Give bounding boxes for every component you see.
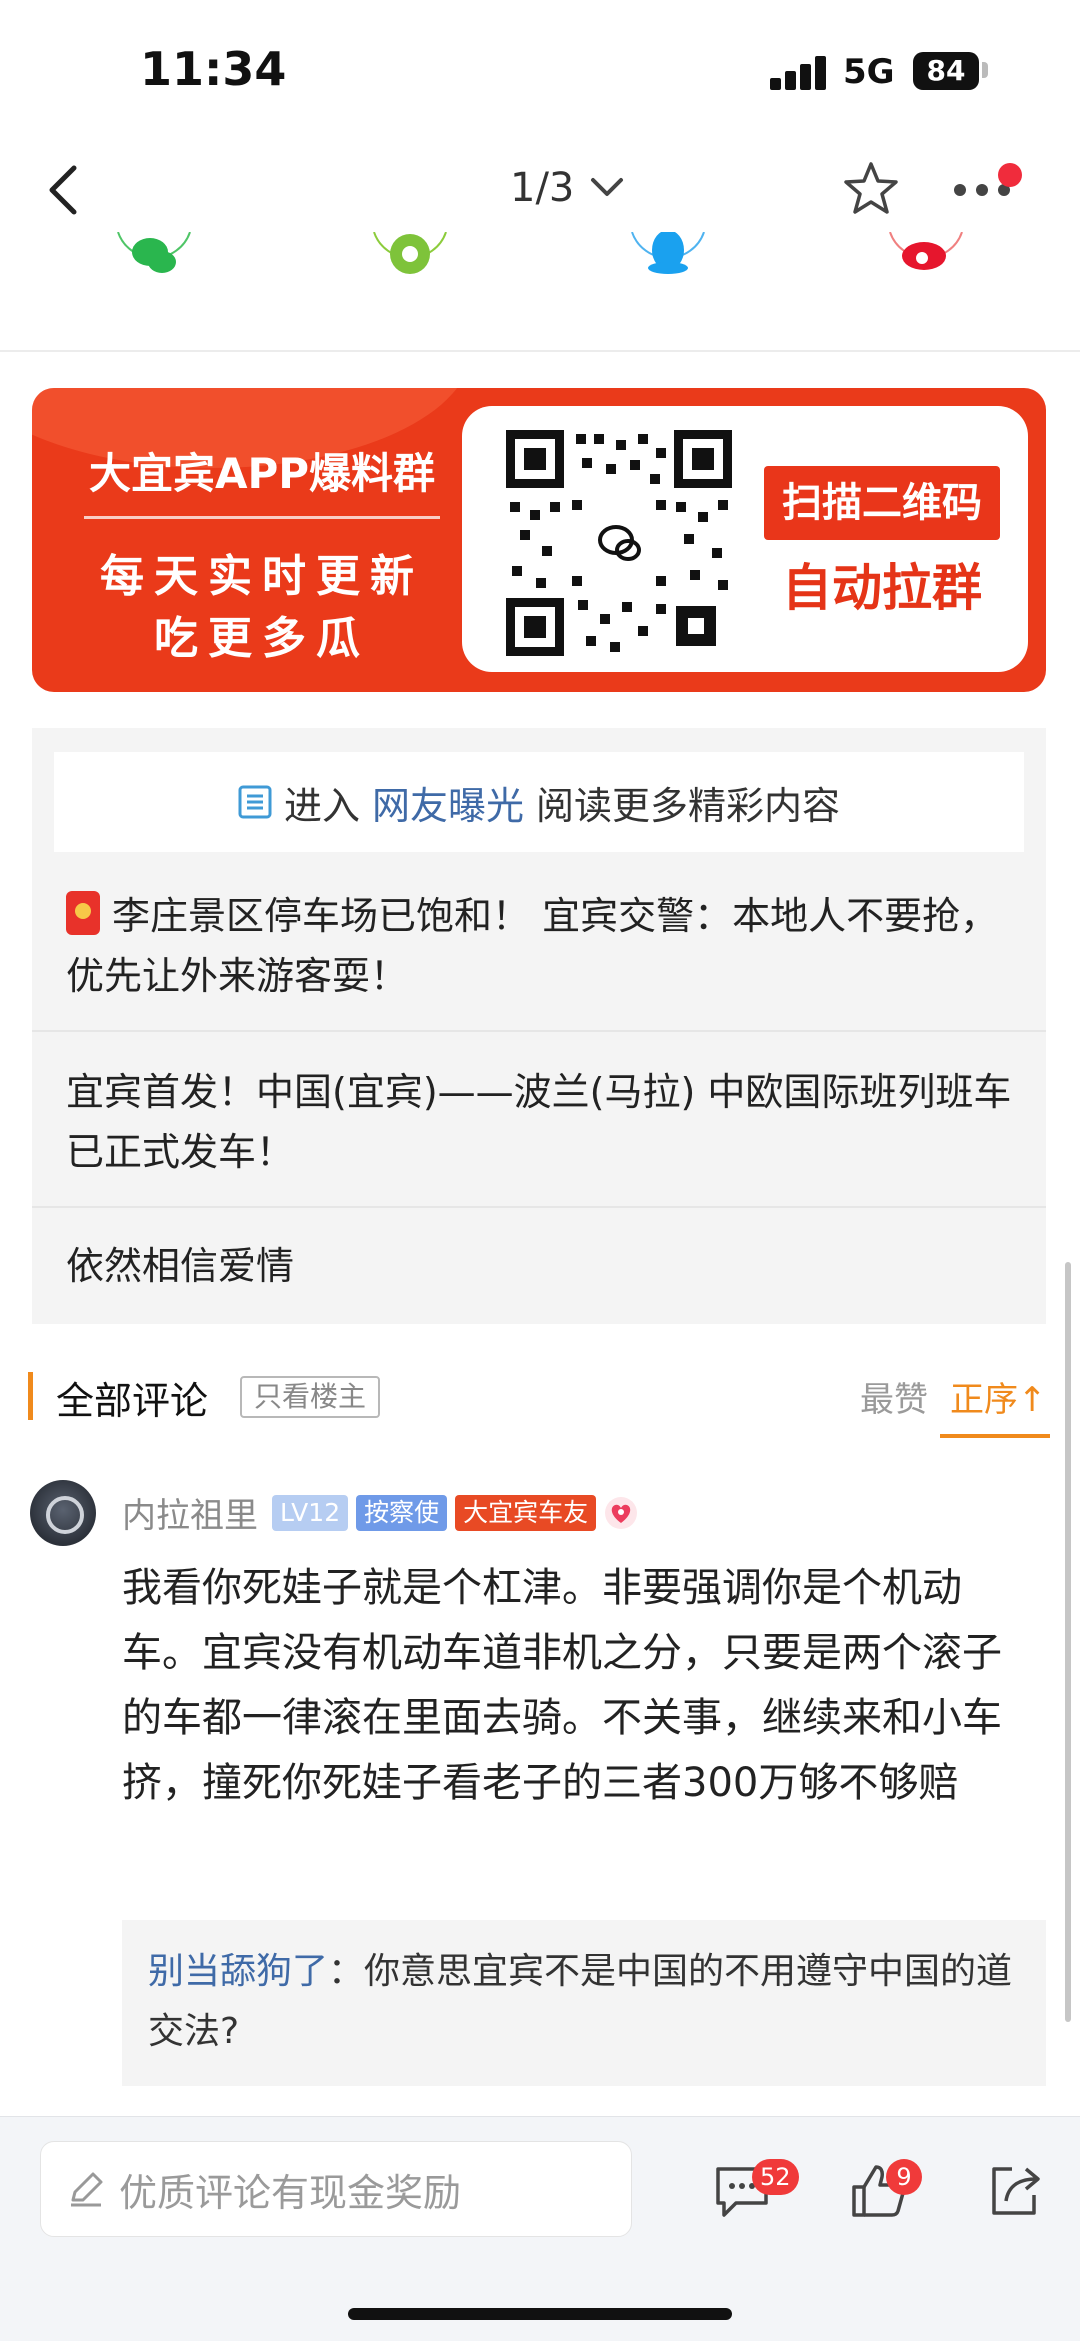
share-row [0, 232, 1080, 312]
qr-code-icon [506, 430, 732, 656]
reply-separator: ： [328, 1951, 365, 1992]
comment-input-placeholder: 优质评论有现金奖励 [119, 2170, 462, 2215]
author-only-filter[interactable]: 只看楼主 [240, 1376, 381, 1418]
share-icon[interactable] [986, 2161, 1046, 2221]
like-count-badge: 9 [886, 2159, 922, 2195]
red-envelope-icon [66, 891, 100, 935]
chevron-down-icon [591, 178, 624, 196]
enter-prefix: 进入 [283, 783, 360, 828]
sort-order-tab[interactable]: 正序↑ [950, 1372, 1047, 1421]
active-tab-underline [940, 1434, 1050, 1438]
related-item-title: 依然相信爱情 [66, 1244, 295, 1288]
battery-nub [982, 62, 988, 78]
qr-card: 扫描二维码 自动拉群 [462, 406, 1028, 672]
comment-input[interactable]: 优质评论有现金奖励 [40, 2141, 632, 2237]
share-divider [0, 350, 1080, 352]
battery-icon: 84 [913, 52, 979, 90]
pencil-icon [71, 2172, 103, 2207]
auto-join-label: 自动拉群 [782, 559, 982, 617]
related-item-title: 宜宾首发！中国(宜宾)——波兰(马拉) 中欧国际班列班车已正式发车！ [66, 1070, 1012, 1174]
comment-body: 我看你死娃子就是个杠津。非要强调你是个机动车。宜宾没有机动车道非机之分，只要是两… [122, 1565, 1002, 1806]
weibo-icon[interactable] [888, 232, 964, 304]
related-divider [32, 1030, 1046, 1032]
promo-banner[interactable]: 大宜宾APP爆料群 每天实时更新 吃更多瓜 扫描二维码 自动拉群 [32, 388, 1046, 692]
avatar[interactable] [30, 1480, 96, 1546]
related-item[interactable]: 依然相信爱情 [66, 1236, 1016, 1296]
section-link[interactable]: 网友曝光 [372, 775, 524, 830]
enter-suffix: 阅读更多精彩内容 [536, 783, 841, 828]
moments-icon[interactable] [372, 232, 448, 304]
favorite-star-icon[interactable] [842, 160, 900, 218]
notification-dot [998, 163, 1022, 187]
list-icon [238, 785, 272, 819]
role-badge: 按察使 [356, 1494, 448, 1531]
network-type: 5G [843, 52, 895, 92]
comment-user-row: 内拉祖里 LV12 按察使 大宜宾车友 [122, 1488, 638, 1537]
banner-line2: 吃更多瓜 [154, 613, 370, 664]
banner-rule [84, 516, 440, 519]
wechat-icon[interactable] [116, 232, 192, 304]
related-item-title: 李庄景区停车场已饱和！ 宜宾交警：本地人不要抢，优先让外来游客耍！ [66, 894, 999, 998]
banner-line1: 每天实时更新 [100, 551, 424, 602]
banner-title: 大宜宾APP爆料群 [88, 449, 436, 498]
status-bar: 11:34 5G 84 [0, 0, 1080, 140]
related-divider [32, 1206, 1046, 1208]
page-selector[interactable]: 1/3 [510, 165, 624, 211]
reply-box[interactable]: 别当舔狗了：你意思宜宾不是中国的不用遵守中国的道交法? [122, 1920, 1046, 2086]
qq-icon[interactable] [630, 232, 706, 304]
reply-username[interactable]: 别当舔狗了 [148, 1951, 328, 1992]
home-indicator[interactable] [348, 2308, 732, 2320]
comment-username[interactable]: 内拉祖里 [122, 1488, 258, 1537]
related-item[interactable]: 宜宾首发！中国(宜宾)——波兰(马拉) 中欧国际班列班车已正式发车！ [66, 1062, 1016, 1182]
page-indicator: 1/3 [510, 165, 575, 211]
scrollbar[interactable] [1065, 1262, 1071, 2022]
heart-badge-icon [605, 1496, 638, 1529]
back-arrow-icon[interactable] [44, 162, 84, 218]
related-item[interactable]: 李庄景区停车场已饱和！ 宜宾交警：本地人不要抢，优先让外来游客耍！ [66, 886, 1016, 1006]
comments-title: 全部评论 [56, 1379, 209, 1423]
level-badge: LV12 [272, 1494, 349, 1531]
sort-best-tab[interactable]: 最赞 [860, 1372, 928, 1421]
signal-icon [770, 56, 828, 90]
related-articles-panel: 进入 网友曝光 阅读更多精彩内容 李庄景区停车场已饱和！ 宜宾交警：本地人不要抢… [32, 728, 1046, 1324]
status-time: 11:34 [140, 42, 287, 96]
comment-count-badge: 52 [752, 2159, 799, 2195]
section-accent-bar [28, 1372, 33, 1420]
enter-section-link[interactable]: 进入 网友曝光 阅读更多精彩内容 [54, 752, 1024, 852]
scan-qr-label: 扫描二维码 [764, 466, 1000, 540]
club-badge: 大宜宾车友 [455, 1494, 597, 1531]
